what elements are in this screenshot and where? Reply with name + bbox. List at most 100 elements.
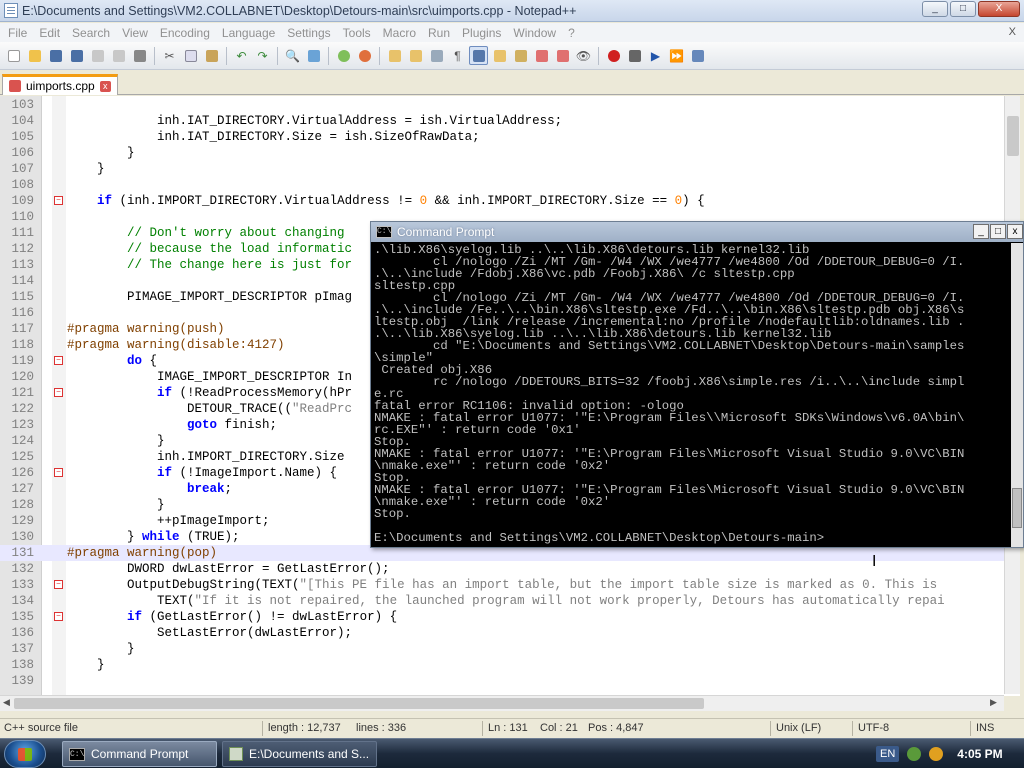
code-line[interactable]: 132 DWORD dwLastError = GetLastError();	[0, 561, 1020, 577]
play-macro-icon[interactable]: ▶	[646, 46, 665, 65]
scroll-thumb[interactable]	[1012, 488, 1022, 528]
code-text: if (!ImageImport.Name) {	[157, 466, 338, 480]
code-line[interactable]: 136 SetLastError(dwLastError);	[0, 625, 1020, 641]
fold-toggle-icon[interactable]: −	[54, 356, 63, 365]
sync-vertical-icon[interactable]	[385, 46, 404, 65]
code-text: TEXT("If it is not repaired, the launche…	[67, 594, 945, 608]
toolbar-separator	[598, 46, 599, 65]
menu-search[interactable]: Search	[66, 26, 116, 40]
replace-icon[interactable]	[304, 46, 323, 65]
close-file-icon[interactable]	[88, 46, 107, 65]
code-text: #pragma warning(push)	[67, 322, 225, 336]
save-all-icon[interactable]	[67, 46, 86, 65]
maximize-button[interactable]: □	[950, 1, 976, 17]
menu-settings[interactable]: Settings	[281, 26, 336, 40]
menu-window[interactable]: Window	[507, 26, 562, 40]
code-text: if (!ReadProcessMemory(hPr	[157, 386, 353, 400]
editor-horizontal-scrollbar[interactable]: ◀ ▶	[0, 695, 1004, 711]
scroll-thumb[interactable]	[1007, 116, 1019, 156]
scroll-left-icon[interactable]: ◀	[3, 697, 10, 708]
save-macro-icon[interactable]	[688, 46, 707, 65]
close-document-button[interactable]: X	[1009, 26, 1016, 38]
code-line[interactable]: 133 − OutputDebugString(TEXT("[This PE fi…	[0, 577, 1020, 593]
cmd-close-button[interactable]: x	[1007, 224, 1023, 239]
cmd-vertical-scrollbar[interactable]	[1011, 243, 1023, 547]
copy-icon[interactable]	[181, 46, 200, 65]
menu-language[interactable]: Language	[216, 26, 281, 40]
menu-file[interactable]: File	[2, 26, 33, 40]
code-line[interactable]: 134 TEXT("If it is not repaired, the lau…	[0, 593, 1020, 609]
user-lang-icon[interactable]	[490, 46, 509, 65]
fold-toggle-icon[interactable]: −	[54, 388, 63, 397]
run-macro-multiple-icon[interactable]: ⏩	[667, 46, 686, 65]
scroll-thumb[interactable]	[14, 698, 704, 709]
cut-icon[interactable]: ✂	[160, 46, 179, 65]
minimize-button[interactable]: _	[922, 1, 948, 17]
new-file-icon[interactable]	[4, 46, 23, 65]
word-wrap-icon[interactable]	[427, 46, 446, 65]
code-line[interactable]: 105 inh.IAT_DIRECTORY.Size = ish.SizeOfR…	[0, 129, 1020, 145]
network-icon[interactable]	[907, 747, 922, 761]
menu-bar: File Edit Search View Encoding Language …	[0, 23, 1024, 42]
indent-guide-icon[interactable]	[469, 46, 488, 65]
clock[interactable]: 4:05 PM	[957, 747, 1002, 761]
menu-help[interactable]: ?	[562, 26, 581, 40]
function-list-icon[interactable]	[532, 46, 551, 65]
code-line[interactable]: 107 }	[0, 161, 1020, 177]
print-icon[interactable]	[130, 46, 149, 65]
tab-close-icon[interactable]: x	[99, 80, 111, 92]
command-prompt-window[interactable]: C:\ Command Prompt _ □ x .\lib.X86\syelo…	[370, 221, 1024, 548]
code-line[interactable]: 139	[0, 673, 1020, 689]
tab-uimports-cpp[interactable]: uimports.cpp x	[2, 74, 118, 95]
menu-run[interactable]: Run	[422, 26, 456, 40]
menu-view[interactable]: View	[116, 26, 154, 40]
search-tray-icon[interactable]	[929, 747, 944, 761]
fold-toggle-icon[interactable]: −	[54, 468, 63, 477]
show-all-chars-icon[interactable]: ¶	[448, 46, 467, 65]
redo-icon[interactable]: ↷	[253, 46, 272, 65]
title-bar[interactable]: E:\Documents and Settings\VM2.COLLABNET\…	[0, 0, 1024, 22]
file-save-state-icon	[9, 80, 21, 92]
menu-plugins[interactable]: Plugins	[456, 26, 507, 40]
save-icon[interactable]	[46, 46, 65, 65]
close-all-icon[interactable]	[109, 46, 128, 65]
stop-macro-icon[interactable]	[625, 46, 644, 65]
record-macro-icon[interactable]	[604, 46, 623, 65]
fold-toggle-icon[interactable]: −	[54, 580, 63, 589]
language-indicator[interactable]: EN	[876, 746, 900, 762]
code-line[interactable]: 106 }	[0, 145, 1020, 161]
close-button[interactable]: X	[978, 1, 1020, 17]
paste-icon[interactable]	[202, 46, 221, 65]
code-line[interactable]: 108	[0, 177, 1020, 193]
code-line[interactable]: 104 inh.IAT_DIRECTORY.VirtualAddress = i…	[0, 113, 1020, 129]
taskbar-item-notepadpp[interactable]: E:\Documents and S...	[222, 741, 377, 767]
start-button[interactable]	[4, 740, 46, 768]
cmd-title-bar[interactable]: C:\ Command Prompt _ □ x	[371, 222, 1023, 242]
monitoring-icon[interactable]: 👁	[574, 46, 593, 65]
find-icon[interactable]: 🔍	[283, 46, 302, 65]
code-line[interactable]: 137 }	[0, 641, 1020, 657]
scroll-right-icon[interactable]: ▶	[990, 697, 997, 708]
status-separator	[482, 721, 483, 736]
cmd-console-output[interactable]: .\lib.X86\syelog.lib ..\..\lib.X86\detou…	[374, 244, 1010, 546]
code-line[interactable]: 103	[0, 97, 1020, 113]
sync-horizontal-icon[interactable]	[406, 46, 425, 65]
doc-map-icon[interactable]	[511, 46, 530, 65]
fold-toggle-icon[interactable]: −	[54, 612, 63, 621]
zoom-in-icon[interactable]	[334, 46, 353, 65]
fold-toggle-icon[interactable]: −	[54, 196, 63, 205]
open-file-icon[interactable]	[25, 46, 44, 65]
zoom-out-icon[interactable]	[355, 46, 374, 65]
undo-icon[interactable]: ↶	[232, 46, 251, 65]
code-line[interactable]: 138 }	[0, 657, 1020, 673]
menu-tools[interactable]: Tools	[337, 26, 377, 40]
taskbar-item-command-prompt[interactable]: C:\ Command Prompt	[62, 741, 217, 767]
menu-edit[interactable]: Edit	[33, 26, 66, 40]
code-line[interactable]: 135 − if (GetLastError() != dwLastError) …	[0, 609, 1020, 625]
folder-workspace-icon[interactable]	[553, 46, 572, 65]
cmd-maximize-button[interactable]: □	[990, 224, 1006, 239]
code-line[interactable]: 109 − if (inh.IMPORT_DIRECTORY.VirtualAdd…	[0, 193, 1020, 209]
menu-macro[interactable]: Macro	[377, 26, 422, 40]
menu-encoding[interactable]: Encoding	[154, 26, 216, 40]
cmd-minimize-button[interactable]: _	[973, 224, 989, 239]
